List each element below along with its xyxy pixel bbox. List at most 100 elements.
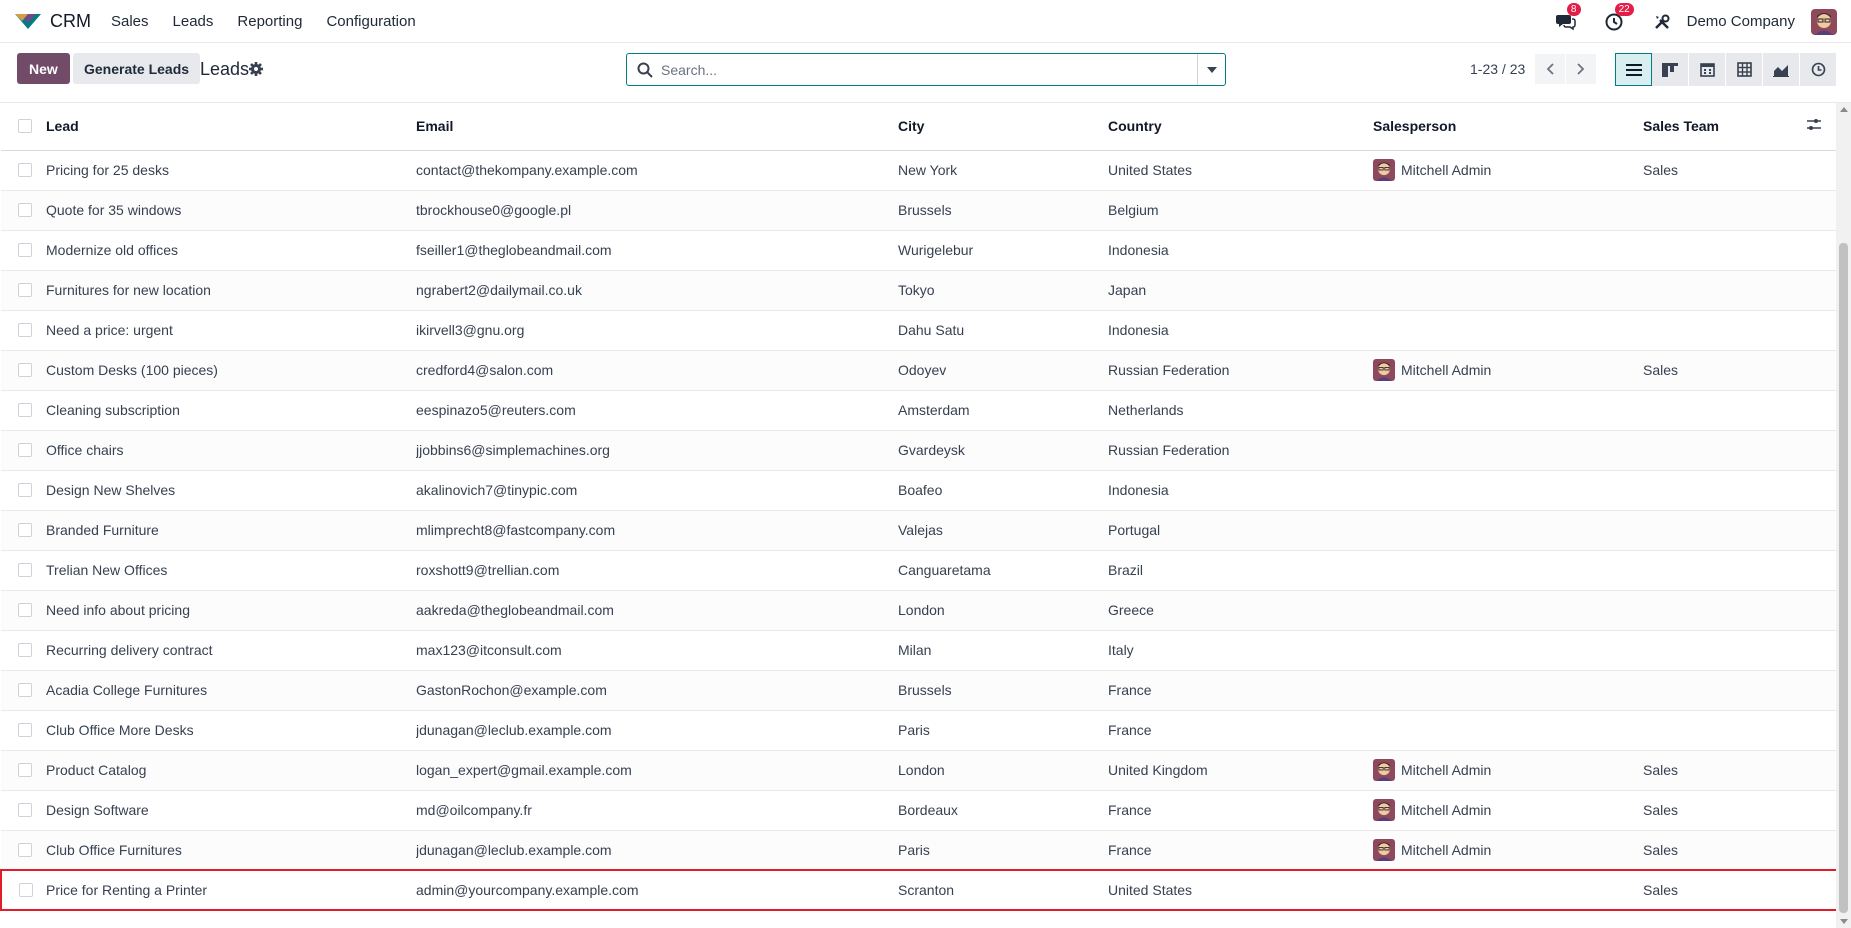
sales-team-cell[interactable]	[1643, 430, 1807, 471]
sales-team-cell[interactable]	[1643, 670, 1807, 711]
email-cell[interactable]: aakreda@theglobeandmail.com	[416, 590, 898, 631]
table-row[interactable]: Product Catalog logan_expert@gmail.exampl…	[1, 750, 1836, 791]
table-row[interactable]: Pricing for 25 desks contact@thekompany.e…	[1, 150, 1836, 191]
city-cell[interactable]: Scranton	[898, 869, 1108, 911]
table-row[interactable]: Furnitures for new location ngrabert2@dai…	[1, 270, 1836, 311]
sales-team-cell[interactable]	[1643, 270, 1807, 311]
salesperson-cell[interactable]	[1373, 510, 1643, 551]
country-cell[interactable]: Netherlands	[1108, 390, 1373, 431]
lead-cell[interactable]: Product Catalog	[46, 750, 416, 791]
city-cell[interactable]: Amsterdam	[898, 390, 1108, 431]
email-cell[interactable]: logan_expert@gmail.example.com	[416, 750, 898, 791]
row-select-cell[interactable]	[1, 190, 46, 231]
sales-team-cell[interactable]	[1643, 630, 1807, 671]
row-select-cell[interactable]	[1, 230, 46, 271]
column-salesperson[interactable]: Salesperson	[1373, 103, 1643, 151]
row-select-cell[interactable]	[1, 270, 46, 311]
city-cell[interactable]: Paris	[898, 830, 1108, 871]
email-cell[interactable]: fseiller1@theglobeandmail.com	[416, 230, 898, 271]
email-cell[interactable]: credford4@salon.com	[416, 350, 898, 391]
row-checkbox[interactable]	[18, 842, 32, 857]
email-cell[interactable]: akalinovich7@tinypic.com	[416, 470, 898, 511]
column-email[interactable]: Email	[416, 103, 898, 151]
lead-cell[interactable]: Price for Renting a Printer	[46, 869, 416, 911]
row-select-cell[interactable]	[1, 550, 46, 591]
city-cell[interactable]: Brussels	[898, 670, 1108, 711]
salesperson-cell[interactable]	[1373, 470, 1643, 511]
city-cell[interactable]: Bordeaux	[898, 790, 1108, 831]
country-cell[interactable]: Brazil	[1108, 550, 1373, 591]
salesperson-cell[interactable]	[1373, 190, 1643, 231]
lead-cell[interactable]: Custom Desks (100 pieces)	[46, 350, 416, 391]
salesperson-cell[interactable]	[1373, 670, 1643, 711]
email-cell[interactable]: GastonRochon@example.com	[416, 670, 898, 711]
table-row[interactable]: Office chairs jjobbins6@simplemachines.or…	[1, 430, 1836, 471]
lead-cell[interactable]: Design New Shelves	[46, 470, 416, 511]
calendar-view-button[interactable]	[1689, 53, 1726, 86]
country-cell[interactable]: France	[1108, 790, 1373, 831]
pager-value[interactable]: 1-23 / 23	[1470, 61, 1525, 77]
email-cell[interactable]: jdunagan@leclub.example.com	[416, 830, 898, 871]
row-checkbox[interactable]	[18, 723, 32, 737]
table-row[interactable]: Design Software md@oilcompany.fr Bordeaux F…	[1, 790, 1836, 831]
table-row[interactable]: Price for Renting a Printer admin@yourcom…	[0, 869, 1836, 911]
scroll-up-arrow[interactable]	[1840, 107, 1848, 112]
city-cell[interactable]: Dahu Satu	[898, 310, 1108, 351]
row-select-cell[interactable]	[1, 790, 46, 831]
country-cell[interactable]: Indonesia	[1108, 470, 1373, 511]
sales-team-cell[interactable]	[1643, 310, 1807, 351]
country-cell[interactable]: Italy	[1108, 630, 1373, 671]
row-checkbox[interactable]	[18, 163, 32, 177]
table-row[interactable]: Recurring delivery contract max123@itcons…	[1, 630, 1836, 671]
email-cell[interactable]: tbrockhouse0@google.pl	[416, 190, 898, 231]
country-cell[interactable]: Russian Federation	[1108, 350, 1373, 391]
search-input[interactable]	[661, 54, 1197, 85]
salesperson-cell[interactable]: Mitchell Admin	[1373, 350, 1643, 391]
city-cell[interactable]: Tokyo	[898, 270, 1108, 311]
salesperson-cell[interactable]	[1373, 590, 1643, 631]
row-select-cell[interactable]	[1, 470, 46, 511]
row-select-cell[interactable]	[0, 869, 46, 911]
vertical-scrollbar[interactable]	[1836, 103, 1851, 928]
row-checkbox[interactable]	[18, 803, 32, 817]
country-cell[interactable]: France	[1108, 830, 1373, 871]
row-select-cell[interactable]	[1, 430, 46, 471]
sales-team-cell[interactable]	[1643, 390, 1807, 431]
row-checkbox[interactable]	[19, 883, 33, 897]
user-avatar[interactable]	[1811, 8, 1837, 35]
list-view-button[interactable]	[1615, 53, 1652, 86]
sales-team-cell[interactable]: Sales	[1643, 750, 1807, 791]
sales-team-cell[interactable]	[1643, 470, 1807, 511]
table-row[interactable]: Club Office More Desks jdunagan@leclub.ex…	[1, 710, 1836, 751]
scroll-thumb[interactable]	[1839, 243, 1848, 913]
city-cell[interactable]: Brussels	[898, 190, 1108, 231]
row-select-cell[interactable]	[1, 350, 46, 391]
email-cell[interactable]: mlimprecht8@fastcompany.com	[416, 510, 898, 551]
sales-team-cell[interactable]	[1643, 510, 1807, 551]
country-cell[interactable]: Indonesia	[1108, 230, 1373, 271]
menu-configuration[interactable]: Configuration	[326, 13, 415, 30]
column-country[interactable]: Country	[1108, 103, 1373, 151]
table-row[interactable]: Club Office Furnitures jdunagan@leclub.ex…	[1, 830, 1836, 871]
salesperson-cell[interactable]: Mitchell Admin	[1373, 790, 1643, 831]
company-switcher[interactable]: Demo Company	[1687, 13, 1795, 30]
row-checkbox[interactable]	[18, 603, 32, 617]
sales-team-cell[interactable]: Sales	[1643, 869, 1807, 911]
row-checkbox[interactable]	[18, 243, 32, 257]
row-checkbox[interactable]	[18, 203, 32, 217]
city-cell[interactable]: London	[898, 750, 1108, 791]
app-name[interactable]: CRM	[50, 11, 91, 32]
table-row[interactable]: Design New Shelves akalinovich7@tinypic.c…	[1, 470, 1836, 511]
kanban-view-button[interactable]	[1652, 53, 1689, 86]
lead-cell[interactable]: Pricing for 25 desks	[46, 150, 416, 191]
row-checkbox[interactable]	[18, 763, 32, 777]
sales-team-cell[interactable]: Sales	[1643, 350, 1807, 391]
lead-cell[interactable]: Need info about pricing	[46, 590, 416, 631]
email-cell[interactable]: contact@thekompany.example.com	[416, 150, 898, 191]
lead-cell[interactable]: Design Software	[46, 790, 416, 831]
salesperson-cell[interactable]	[1373, 390, 1643, 431]
country-cell[interactable]: Russian Federation	[1108, 430, 1373, 471]
row-checkbox[interactable]	[18, 283, 32, 297]
search-options-toggle[interactable]	[1197, 54, 1225, 85]
salesperson-cell[interactable]	[1373, 630, 1643, 671]
